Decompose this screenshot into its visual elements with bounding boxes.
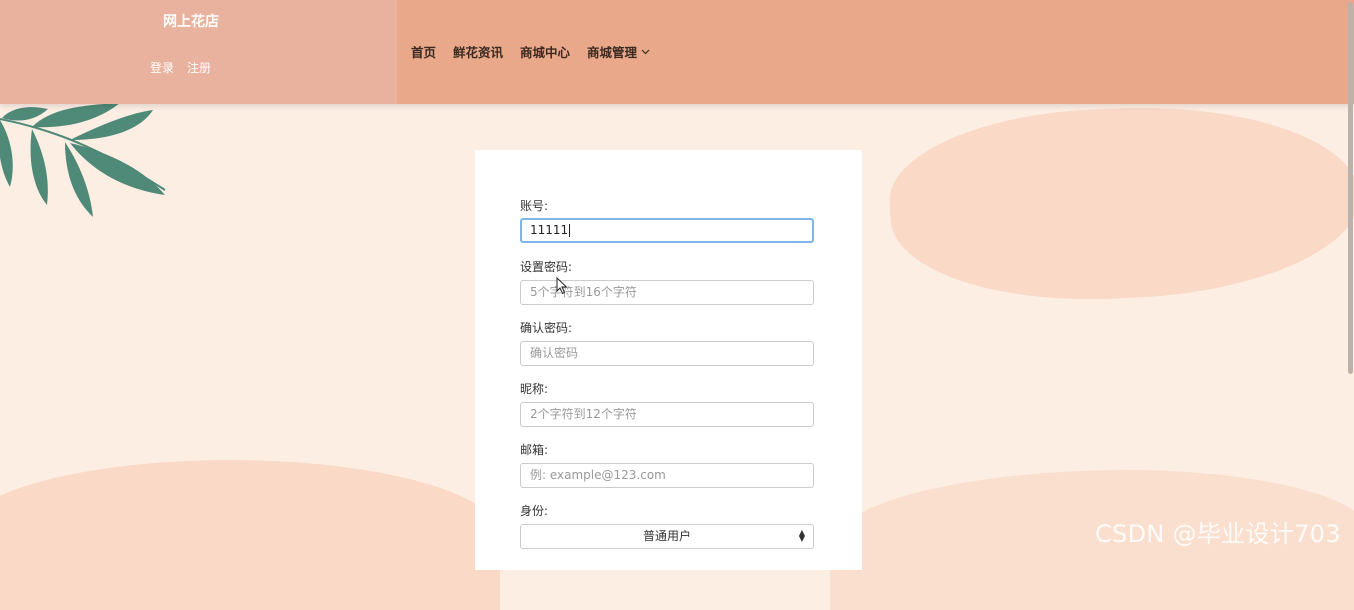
nickname-label: 昵称:: [520, 382, 549, 396]
mouse-cursor-icon: [556, 277, 568, 295]
account-label: 账号:: [520, 199, 549, 213]
account-value: 11111: [530, 223, 569, 237]
role-label: 身份:: [520, 504, 549, 518]
nav-label: 商城中心: [520, 45, 571, 60]
nav-item-mall-management[interactable]: 商城管理: [587, 42, 650, 61]
confirm-password-label: 确认密码:: [520, 321, 573, 335]
login-link[interactable]: 登录: [150, 59, 174, 76]
nav-item-flower-news[interactable]: 鲜花资讯: [453, 42, 503, 61]
password-label: 设置密码:: [520, 260, 573, 274]
role-select[interactable]: 普通用户 ▲ ▼: [520, 524, 814, 549]
top-header: 网上花店 登录 注册 首页 鲜花资讯 商城中心 商城管理: [0, 0, 1354, 104]
nav-label: 商城管理: [587, 45, 638, 60]
nav-label: 鲜花资讯: [453, 45, 504, 60]
watermark-text: CSDN @毕业设计703: [1095, 520, 1341, 548]
nickname-input[interactable]: 2个字符到12个字符: [520, 402, 814, 427]
nav-item-mall-center[interactable]: 商城中心: [520, 42, 570, 61]
leaf-branch-icon: [0, 103, 166, 217]
chevron-down-icon: [641, 49, 650, 54]
sort-arrows-icon: ▲ ▼: [798, 528, 805, 543]
scrollbar-thumb[interactable]: [1348, 2, 1353, 374]
email-input[interactable]: 例: example@123.com: [520, 463, 814, 488]
nav-item-home[interactable]: 首页: [411, 42, 436, 61]
account-input[interactable]: 11111: [520, 218, 814, 243]
site-title: 网上花店: [163, 14, 219, 30]
nav-label: 首页: [411, 45, 437, 60]
background-brush-stroke: [885, 95, 1354, 311]
background-brush-stroke: [0, 460, 500, 610]
confirm-password-input[interactable]: 确认密码: [520, 341, 814, 366]
page-scrollbar[interactable]: [1346, 0, 1354, 554]
register-form-card: 账号: 11111 设置密码: 5个字符到16个字符 确认密码: 确认密码 昵称…: [475, 150, 862, 570]
text-caret: [569, 224, 571, 237]
role-selected-value: 普通用户: [642, 529, 691, 543]
main-nav: 首页 鲜花资讯 商城中心 商城管理: [411, 42, 650, 61]
header-brand-panel: 网上花店 登录 注册: [0, 0, 397, 104]
email-label: 邮箱:: [520, 443, 549, 457]
register-link[interactable]: 注册: [187, 59, 211, 76]
